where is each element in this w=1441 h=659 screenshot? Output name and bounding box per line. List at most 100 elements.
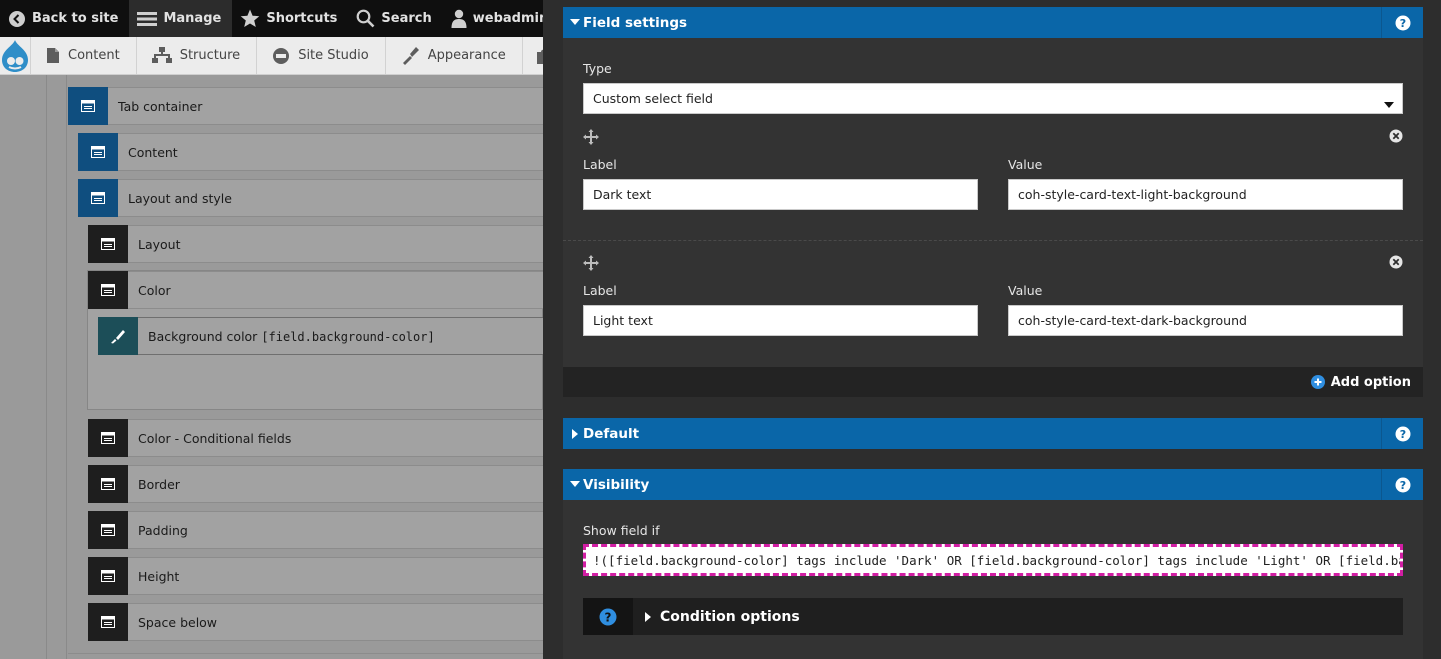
field-settings-panel: Field settings ? Type Custom select fiel… xyxy=(543,0,1441,659)
tray-structure[interactable]: Structure xyxy=(137,37,258,74)
tree-item-height[interactable]: Height xyxy=(88,557,543,595)
add-option-button[interactable]: Add option xyxy=(563,367,1423,397)
tree-item-tab-container[interactable]: Tab container xyxy=(68,87,543,125)
visibility-body: Show field if !([field.background-color]… xyxy=(563,500,1423,659)
svg-text:?: ? xyxy=(1399,17,1405,30)
help-button[interactable]: ? xyxy=(583,598,633,635)
drag-handle-icon[interactable] xyxy=(582,128,600,146)
tray-structure-label: Structure xyxy=(179,48,241,63)
add-option-label: Add option xyxy=(1330,374,1411,390)
user-tab[interactable]: webadmin xyxy=(443,0,543,37)
drupal-drop-icon xyxy=(2,39,28,72)
caret-down-icon xyxy=(563,481,583,488)
tray-site-studio-label: Site Studio xyxy=(298,48,369,63)
tray-site-studio[interactable]: Site Studio xyxy=(257,37,386,74)
field-settings-header[interactable]: Field settings ? xyxy=(563,7,1423,38)
tree-item-layout-and-style[interactable]: Layout and style xyxy=(78,179,543,217)
user-icon xyxy=(451,9,467,28)
section-icon xyxy=(88,225,128,263)
tray-content[interactable]: Content xyxy=(31,37,137,74)
search-tab[interactable]: Search xyxy=(348,0,442,37)
tray-appearance[interactable]: Appearance xyxy=(386,37,523,74)
back-to-site-label: Back to site xyxy=(32,11,119,26)
option-label-caption: Label xyxy=(583,157,617,172)
section-icon xyxy=(88,603,128,641)
site-studio-icon xyxy=(273,47,290,64)
visibility-title: Visibility xyxy=(583,476,650,493)
layout-builder-tree: Tab container Content Layout and style L… xyxy=(0,75,543,659)
option-label-input[interactable]: Light text xyxy=(583,305,978,336)
svg-text:?: ? xyxy=(1399,428,1405,441)
back-arrow-icon xyxy=(9,10,25,27)
help-icon: ? xyxy=(1395,426,1410,441)
section-icon xyxy=(88,511,128,549)
tree-item-background-color[interactable]: Background color [field.background-color… xyxy=(98,317,543,355)
help-button[interactable]: ? xyxy=(1381,7,1423,38)
back-to-site-link[interactable]: Back to site xyxy=(0,0,129,37)
hamburger-icon xyxy=(137,11,158,26)
caret-right-icon xyxy=(645,611,651,622)
drag-handle-icon[interactable] xyxy=(582,254,600,272)
puzzle-icon xyxy=(536,49,543,64)
drupal-logo[interactable] xyxy=(0,37,31,74)
option-value-caption: Value xyxy=(1008,283,1043,298)
tree-item-layout[interactable]: Layout xyxy=(88,225,543,263)
help-icon: ? xyxy=(1395,477,1410,492)
show-field-if-label: Show field if xyxy=(583,523,660,538)
condition-options-toggle[interactable]: ? Condition options xyxy=(583,598,1403,635)
option-value-input[interactable]: coh-style-card-text-light-background xyxy=(1008,179,1403,210)
tree-item-color[interactable]: Color xyxy=(88,271,543,309)
remove-option-icon[interactable] xyxy=(1389,129,1403,143)
container-icon xyxy=(68,87,108,125)
container-icon xyxy=(78,179,118,217)
admin-toolbar: Back to site Manage Shortcuts Search web… xyxy=(0,0,543,37)
option-label-caption: Label xyxy=(583,283,617,298)
show-field-if-input[interactable]: !([field.background-color] tags include … xyxy=(583,544,1403,576)
tree-item-label: Layout xyxy=(138,236,181,252)
section-icon xyxy=(88,271,128,309)
svg-text:?: ? xyxy=(1399,479,1405,492)
remove-option-icon[interactable] xyxy=(1389,255,1403,269)
tree-item-content[interactable]: Content xyxy=(78,133,543,171)
help-icon: ? xyxy=(1395,15,1410,30)
default-header[interactable]: Default ? xyxy=(563,418,1423,449)
field-settings-title: Field settings xyxy=(583,14,688,31)
tree-item-label: Height xyxy=(138,568,180,584)
tree-item-padding[interactable]: Padding xyxy=(88,511,543,549)
select-caret-icon xyxy=(1384,96,1394,111)
document-icon xyxy=(47,48,59,63)
admin-toolbar-tray: Content Structure Site Studio Appearance xyxy=(0,37,543,75)
shortcuts-tab[interactable]: Shortcuts xyxy=(232,0,348,37)
option-label-value: Light text xyxy=(593,313,653,328)
background-color-label: Background color xyxy=(148,328,258,344)
tree-item-label: Background color [field.background-color… xyxy=(138,329,435,344)
tray-appearance-label: Appearance xyxy=(427,48,506,63)
option-value-caption: Value xyxy=(1008,157,1043,172)
tree-item-space-below[interactable]: Space below xyxy=(88,603,543,641)
user-label: webadmin xyxy=(472,11,543,26)
help-button[interactable]: ? xyxy=(1381,418,1423,449)
manage-label: Manage xyxy=(163,11,222,26)
shortcuts-label: Shortcuts xyxy=(266,11,338,26)
option-value-value: coh-style-card-text-dark-background xyxy=(1018,313,1247,328)
type-select-value: Custom select field xyxy=(593,91,713,106)
background-color-token: [field.background-color] xyxy=(261,329,435,344)
manage-tab[interactable]: Manage xyxy=(129,0,233,37)
tree-guide-line xyxy=(46,75,47,659)
show-field-if-value: !([field.background-color] tags include … xyxy=(593,552,1400,568)
help-button[interactable]: ? xyxy=(1381,469,1423,500)
sitemap-icon xyxy=(151,47,172,63)
tree-item-color-conditional[interactable]: Color - Conditional fields xyxy=(88,419,543,457)
type-select[interactable]: Custom select field xyxy=(583,83,1403,114)
option-value-input[interactable]: coh-style-card-text-dark-background xyxy=(1008,305,1403,336)
tray-extend[interactable] xyxy=(523,37,543,74)
search-label: Search xyxy=(381,11,432,26)
tree-item-border[interactable]: Border xyxy=(88,465,543,503)
tree-item-label: Border xyxy=(138,476,180,492)
star-icon xyxy=(241,9,260,27)
option-label-input[interactable]: Dark text xyxy=(583,179,978,210)
visibility-header[interactable]: Visibility ? xyxy=(563,469,1423,500)
paintbrush-icon xyxy=(111,330,125,344)
tree-item-label: Space below xyxy=(138,614,218,630)
tree-divider xyxy=(68,653,543,654)
